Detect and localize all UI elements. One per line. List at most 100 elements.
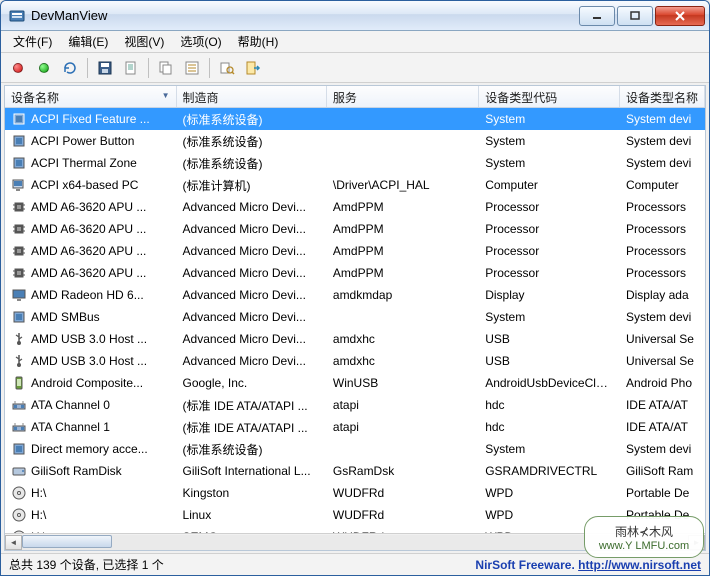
copy-button[interactable] — [155, 57, 177, 79]
scroll-left-button[interactable]: ◄ — [5, 535, 22, 550]
cell-typecode: System — [479, 110, 620, 128]
chip-icon — [11, 111, 27, 127]
save-button[interactable] — [94, 57, 116, 79]
table-row[interactable]: ACPI Power Button(标准系统设备)SystemSystem de… — [5, 130, 705, 152]
cell-name: ACPI x64-based PC — [31, 178, 138, 192]
cell-typename: Display ada — [620, 286, 705, 304]
table-row[interactable]: AMD USB 3.0 Host ...Advanced Micro Devi.… — [5, 328, 705, 350]
pc-icon — [11, 177, 27, 193]
cell-service — [327, 447, 479, 451]
cell-typecode: WPD — [479, 484, 620, 502]
menu-view[interactable]: 视图(V) — [116, 31, 172, 52]
scroll-track[interactable] — [22, 535, 688, 550]
cell-service — [327, 161, 479, 165]
cell-typename: Portable De — [620, 484, 705, 502]
column-typecode[interactable]: 设备类型代码 — [479, 86, 620, 107]
exit-button[interactable] — [242, 57, 264, 79]
status-text: 总共 139 个设备, 已选择 1 个 — [9, 556, 164, 573]
cell-vendor: (标准系统设备) — [177, 109, 327, 130]
table-row[interactable]: ACPI x64-based PC(标准计算机)\Driver\ACPI_HAL… — [5, 174, 705, 196]
table-row[interactable]: AMD A6-3620 APU ...Advanced Micro Devi..… — [5, 240, 705, 262]
cell-service: amdkmdap — [327, 286, 479, 304]
table-row[interactable]: ATA Channel 0(标准 IDE ATA/ATAPI ...atapih… — [5, 394, 705, 416]
scroll-right-button[interactable]: ► — [688, 535, 705, 550]
table-row[interactable]: H:\KingstonWUDFRdWPDPortable De — [5, 482, 705, 504]
cell-service: WUDFRd — [327, 484, 479, 502]
horizontal-scrollbar[interactable]: ◄ ► — [5, 533, 705, 550]
nirsoft-link[interactable]: http://www.nirsoft.net — [578, 558, 701, 572]
table-row[interactable]: AMD USB 3.0 Host ...Advanced Micro Devi.… — [5, 350, 705, 372]
cell-typecode: USB — [479, 330, 620, 348]
menu-file[interactable]: 文件(F) — [5, 31, 60, 52]
disk-icon — [11, 463, 27, 479]
cell-name: ATA Channel 0 — [31, 398, 110, 412]
cell-typecode: Computer — [479, 176, 620, 194]
table-row[interactable]: ACPI Fixed Feature ...(标准系统设备)SystemSyst… — [5, 108, 705, 130]
column-vendor[interactable]: 制造商 — [177, 86, 327, 107]
window-title: DevManView — [31, 8, 579, 23]
table-row[interactable]: AMD A6-3620 APU ...Advanced Micro Devi..… — [5, 218, 705, 240]
status-link-area: NirSoft Freeware. http://www.nirsoft.net — [475, 558, 701, 572]
refresh-button[interactable] — [59, 57, 81, 79]
table-row[interactable]: ACPI Thermal Zone(标准系统设备)SystemSystem de… — [5, 152, 705, 174]
cell-vendor: Advanced Micro Devi... — [177, 264, 327, 282]
properties-button[interactable] — [181, 57, 203, 79]
cell-vendor: (标准 IDE ATA/ATAPI ... — [177, 417, 327, 438]
menu-help[interactable]: 帮助(H) — [230, 31, 287, 52]
chip-icon — [11, 309, 27, 325]
ide-icon — [11, 397, 27, 413]
open-button[interactable] — [120, 57, 142, 79]
column-name[interactable]: 设备名称 — [5, 86, 177, 107]
close-button[interactable] — [655, 6, 705, 26]
table-row[interactable]: Android Composite...Google, Inc.WinUSBAn… — [5, 372, 705, 394]
maximize-button[interactable] — [617, 6, 653, 26]
cell-typename: System devi — [620, 154, 705, 172]
scroll-thumb[interactable] — [22, 535, 112, 548]
column-service[interactable]: 服务 — [327, 86, 479, 107]
cell-typename: System devi — [620, 110, 705, 128]
table-row[interactable]: H:\LinuxWUDFRdWPDPortable De — [5, 504, 705, 526]
enable-button[interactable] — [33, 57, 55, 79]
table-body[interactable]: ACPI Fixed Feature ...(标准系统设备)SystemSyst… — [5, 108, 705, 533]
table-row[interactable]: AMD Radeon HD 6...Advanced Micro Devi...… — [5, 284, 705, 306]
cell-service: AmdPPM — [327, 220, 479, 238]
cell-typecode: System — [479, 132, 620, 150]
cell-name: AMD USB 3.0 Host ... — [31, 332, 147, 346]
table-row[interactable]: ATA Channel 1(标准 IDE ATA/ATAPI ...atapih… — [5, 416, 705, 438]
table-row[interactable]: Direct memory acce...(标准系统设备)SystemSyste… — [5, 438, 705, 460]
toolbar-separator — [209, 58, 210, 78]
cell-vendor: Advanced Micro Devi... — [177, 242, 327, 260]
toolbar-separator — [148, 58, 149, 78]
device-table: 设备名称 制造商 服务 设备类型代码 设备类型名称 ACPI Fixed Fea… — [4, 85, 706, 551]
cell-name: ATA Channel 1 — [31, 420, 110, 434]
cell-service: atapi — [327, 418, 479, 436]
statusbar: 总共 139 个设备, 已选择 1 个 NirSoft Freeware. ht… — [1, 553, 709, 575]
cell-name: AMD A6-3620 APU ... — [31, 266, 146, 280]
minimize-button[interactable] — [579, 6, 615, 26]
cell-vendor: Linux — [177, 506, 327, 524]
cell-typename: IDE ATA/AT — [620, 418, 705, 436]
menu-options[interactable]: 选项(O) — [172, 31, 229, 52]
cell-typecode: System — [479, 440, 620, 458]
cell-typename: GiliSoft Ram — [620, 462, 705, 480]
menubar: 文件(F) 编辑(E) 视图(V) 选项(O) 帮助(H) — [1, 31, 709, 53]
disable-button[interactable] — [7, 57, 29, 79]
cell-service: amdxhc — [327, 330, 479, 348]
table-row[interactable]: AMD A6-3620 APU ...Advanced Micro Devi..… — [5, 196, 705, 218]
table-row[interactable]: H:\SEMCWUDFRdWPD — [5, 526, 705, 533]
titlebar[interactable]: DevManView — [1, 1, 709, 31]
cpu-icon — [11, 265, 27, 281]
menu-edit[interactable]: 编辑(E) — [60, 31, 116, 52]
cell-typecode: Processor — [479, 264, 620, 282]
column-typename[interactable]: 设备类型名称 — [620, 86, 705, 107]
table-row[interactable]: GiliSoft RamDiskGiliSoft International L… — [5, 460, 705, 482]
cell-vendor: Advanced Micro Devi... — [177, 352, 327, 370]
cell-vendor: Kingston — [177, 484, 327, 502]
cell-vendor: Advanced Micro Devi... — [177, 308, 327, 326]
find-button[interactable] — [216, 57, 238, 79]
table-row[interactable]: AMD SMBusAdvanced Micro Devi...SystemSys… — [5, 306, 705, 328]
cell-service: AmdPPM — [327, 242, 479, 260]
cell-typecode: AndroidUsbDeviceClass — [479, 374, 620, 392]
cell-service: AmdPPM — [327, 198, 479, 216]
table-row[interactable]: AMD A6-3620 APU ... Advanced Micro Devi..… — [5, 262, 705, 284]
